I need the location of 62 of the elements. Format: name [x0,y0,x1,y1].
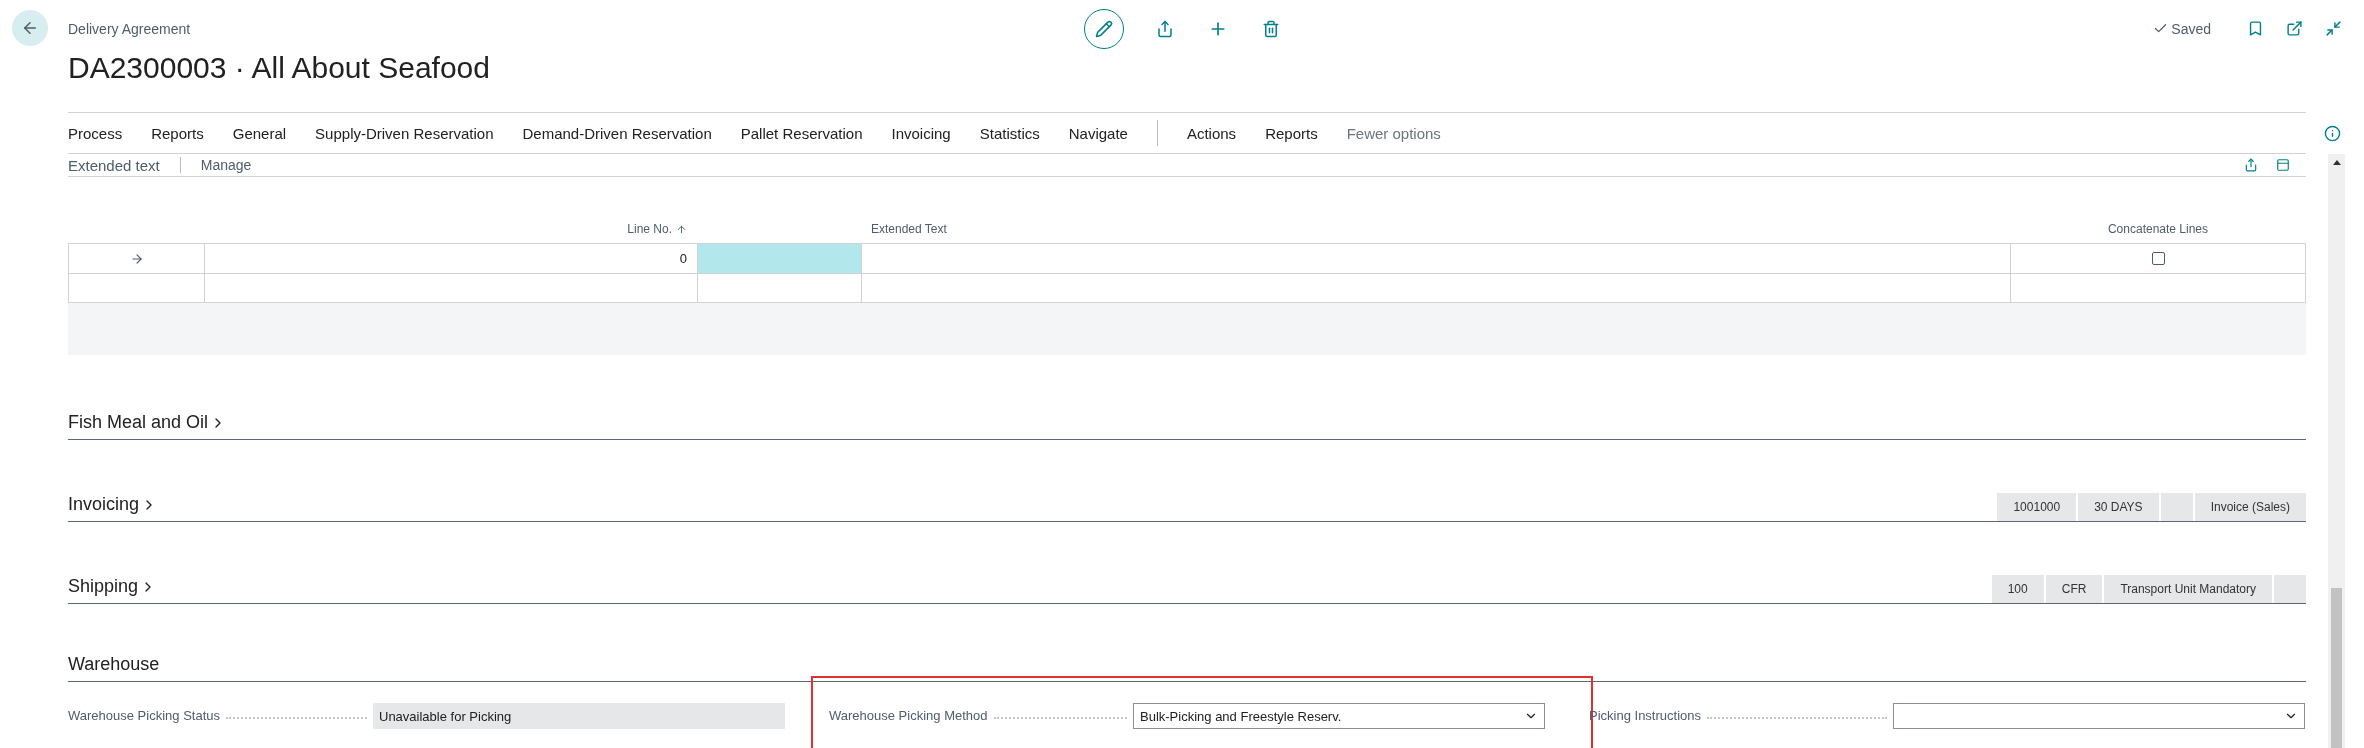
menu-item[interactable]: Supply-Driven Reservation [315,124,494,142]
checkbox[interactable] [2151,252,2165,265]
table-cell[interactable] [697,243,861,273]
summary-chip: Transport Unit Mandatory [2104,575,2272,603]
menu-item[interactable]: Navigate [1068,124,1128,142]
collapse-icon [2325,20,2342,37]
section-header[interactable]: Fish Meal and Oil [68,412,227,439]
menu-item[interactable]: Reports [151,124,204,142]
summary-chip: CFR [2045,575,2103,603]
table-cell[interactable]: 0 [204,243,697,273]
empty-chip [2274,575,2306,603]
share-icon[interactable] [2244,158,2258,172]
table-cell[interactable] [697,273,861,303]
table-cell[interactable] [861,243,2010,273]
section-header[interactable]: Shipping [68,576,157,603]
column-header[interactable]: Concatenate Lines [2107,222,2209,236]
external-link-icon [2286,20,2303,37]
dropdown-field[interactable]: Bulk-Picking and Freestyle Reserv. [1133,703,1545,729]
column-header[interactable]: Extended Text [871,222,947,236]
menu-item[interactable]: Process [68,124,123,142]
menu-item[interactable]: General [232,124,287,142]
pencil-icon [1095,20,1113,38]
menu-item[interactable]: Pallet Reservation [740,124,863,142]
panel-icon[interactable] [2276,158,2290,172]
field-label: Warehouse Picking Method [829,707,988,725]
page-title: DA2300003 · All About Seafood [68,51,490,85]
sort-ascending-icon [676,223,687,235]
bookmark-icon [2247,20,2264,37]
section-header: Warehouse [68,654,2306,682]
menu-item[interactable]: Actions [1186,124,1237,142]
summary-chip: 100 [1991,575,2044,603]
menu-item[interactable]: Demand-Driven Reservation [522,124,712,142]
manage-menu[interactable]: Manage [200,157,252,173]
fewer-options-toggle[interactable]: Fewer options [1346,124,1441,142]
scrollbar[interactable] [2328,154,2345,748]
dropdown-field[interactable] [1893,703,2305,729]
scroll-up-icon[interactable] [2332,160,2341,165]
summary-chip: Invoice (Sales) [2194,493,2306,521]
table-cell[interactable] [204,273,697,303]
table-cell[interactable] [861,273,2010,303]
scroll-thumb[interactable] [2331,588,2342,748]
saved-status: Saved [2171,20,2211,37]
table-cell[interactable] [2010,243,2306,273]
breadcrumb: Delivery Agreement [68,21,192,37]
table-cell[interactable] [2010,273,2306,303]
trash-icon [1262,20,1280,38]
summary-chip: 30 DAYS [2078,493,2159,521]
field-label: Warehouse Picking Status [68,707,220,725]
info-icon [2324,124,2341,142]
summary-chip: 1001000 [1997,493,2077,521]
column-header[interactable]: Line No. [627,222,672,236]
menu-item[interactable]: Reports [1265,124,1318,142]
back-icon [21,19,39,37]
share-icon [1156,20,1174,38]
part-title: Extended text [68,156,160,174]
menu-item[interactable]: Statistics [979,124,1040,142]
readonly-field: Unavailable for Picking [373,703,785,729]
edit-button[interactable] [1084,9,1124,49]
open-new-window-button[interactable] [2284,18,2305,39]
back-button[interactable] [12,10,48,46]
menu-item[interactable]: Invoicing [891,124,951,142]
section-header[interactable]: Invoicing [68,494,158,521]
